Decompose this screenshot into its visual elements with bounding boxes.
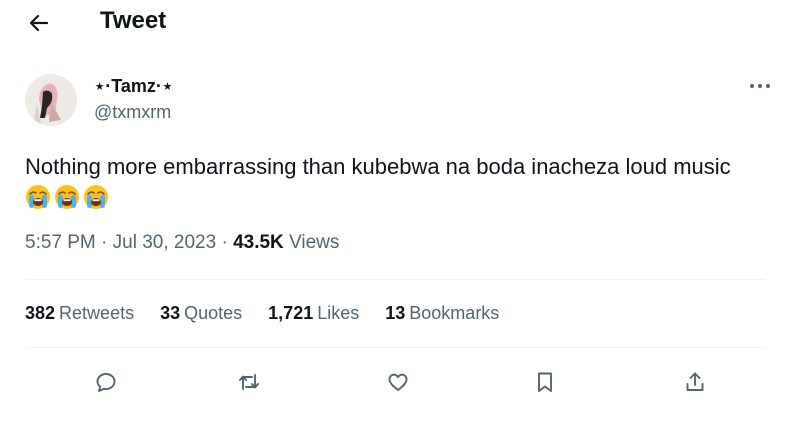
tweet-date: Jul 30, 2023 (112, 232, 217, 253)
loudly-crying-face-icon: 😭 (55, 185, 79, 209)
page-title: Tweet (100, 7, 167, 34)
tweet-body: Nothing more embarrassing than kubebwa n… (25, 154, 731, 179)
like-icon (388, 373, 408, 391)
arrow-left-icon (29, 14, 49, 32)
divider (25, 347, 765, 348)
emoji-row: 😭 😭 😭 (25, 184, 785, 210)
loudly-crying-face-icon: 😭 (26, 185, 50, 209)
like-button[interactable] (378, 362, 418, 402)
retweet-button[interactable] (229, 362, 269, 402)
likes-count: 1,721 (268, 303, 314, 323)
views-label: Views (289, 232, 340, 253)
reply-icon (96, 373, 116, 392)
bookmark-icon (538, 372, 552, 392)
retweet-icon (239, 374, 259, 390)
quotes-count: 33 (160, 303, 181, 323)
divider (25, 279, 765, 280)
bookmarks-stat[interactable]: 13 Bookmarks (385, 303, 499, 324)
likes-label: Likes (317, 303, 360, 323)
tweet-text: Nothing more embarrassing than kubebwa n… (25, 152, 785, 210)
retweets-count: 382 (25, 303, 56, 323)
top-bar: Tweet (0, 0, 800, 44)
tweet-stats: 382 Retweets 33 Quotes 1,721 Likes 13 Bookma… (25, 303, 499, 324)
more-horizontal-icon (750, 84, 770, 88)
avatar[interactable] (25, 74, 77, 126)
bookmarks-count: 13 (385, 303, 406, 323)
loudly-crying-face-icon: 😭 (84, 185, 108, 209)
views-link[interactable]: 43.5K Views (233, 232, 339, 253)
retweets-label: Retweets (59, 303, 135, 323)
profile-photo (25, 74, 77, 126)
quotes-stat[interactable]: 33 Quotes (160, 303, 242, 324)
quotes-label: Quotes (184, 303, 243, 323)
share-icon (686, 372, 704, 391)
share-button[interactable] (675, 362, 715, 402)
action-bar (0, 362, 800, 402)
meta-separator: · (101, 232, 108, 253)
more-options-button[interactable] (745, 76, 775, 96)
views-count: 43.5K (233, 232, 284, 253)
author-handle[interactable]: @txmxrm (94, 102, 171, 123)
bookmarks-label: Bookmarks (409, 303, 500, 323)
tweet-meta: 5:57 PM · Jul 30, 2023 · 43.5K Views (25, 232, 339, 254)
back-button[interactable] (22, 8, 56, 38)
meta-separator: · (221, 232, 228, 253)
likes-stat[interactable]: 1,721 Likes (268, 303, 359, 324)
retweets-stat[interactable]: 382 Retweets (25, 303, 134, 324)
tweet-timestamp[interactable]: 5:57 PM · Jul 30, 2023 (25, 232, 216, 253)
reply-button[interactable] (86, 362, 126, 402)
tweet-time: 5:57 PM (25, 232, 96, 253)
author-display-name[interactable]: ⋆·Tamz·⋆ (94, 76, 173, 97)
bookmark-button[interactable] (525, 362, 565, 402)
